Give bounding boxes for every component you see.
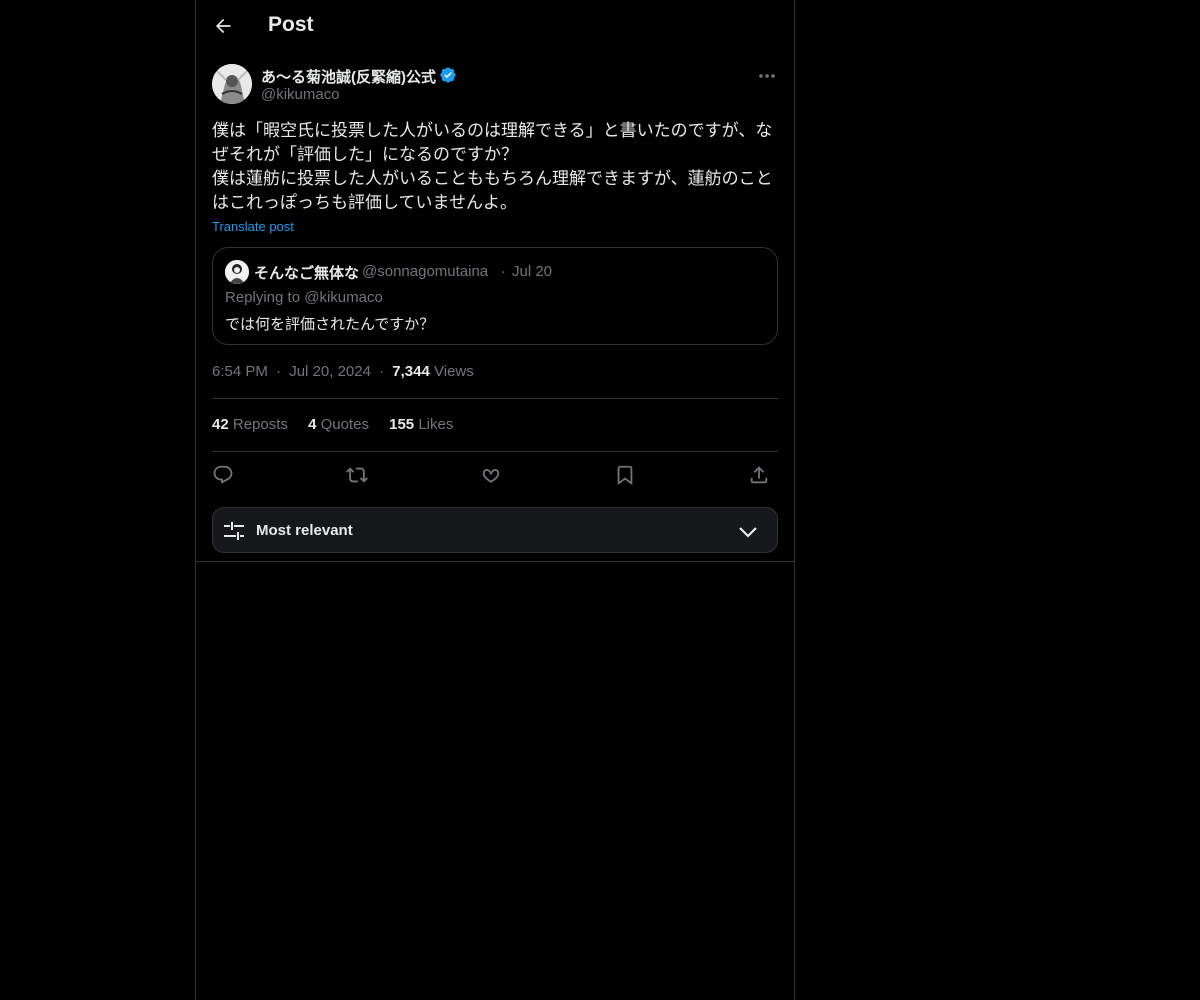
reply-sort-dropdown[interactable]: Most relevant bbox=[212, 507, 778, 553]
post-date[interactable]: Jul 20, 2024 bbox=[289, 363, 371, 380]
replying-to: Replying to @kikumaco bbox=[225, 289, 383, 306]
likes-label: Likes bbox=[418, 416, 454, 433]
quoted-text: では何を評価されたんですか？ bbox=[225, 315, 435, 333]
post-text-line: 僕は蓮舫に投票した人がいることももちろん理解できますが、蓮舫のこと bbox=[212, 169, 773, 189]
avatar[interactable] bbox=[212, 64, 252, 104]
quoted-post-card[interactable]: そんなご無体な @sonnagomutaina · Jul 20 Replyin… bbox=[212, 247, 778, 345]
author-handle[interactable]: @kikumaco bbox=[261, 86, 340, 103]
quoted-author-name: そんなご無体な bbox=[254, 264, 360, 282]
reposts-label: Reposts bbox=[232, 416, 288, 433]
post-time[interactable]: 6:54 PM bbox=[212, 363, 268, 380]
replying-to-prefix: Replying to bbox=[225, 289, 301, 306]
quotes-label: Quotes bbox=[320, 416, 369, 433]
likes-count: 155 bbox=[389, 416, 415, 433]
reply-button[interactable] bbox=[210, 462, 236, 488]
author-row: あ〜る菊池誠(反緊縮)公式 @kikumaco bbox=[212, 64, 778, 106]
quotes-stat[interactable]: 4 Quotes bbox=[308, 416, 369, 433]
bookmark-button[interactable] bbox=[612, 462, 638, 488]
divider bbox=[196, 561, 794, 562]
reposts-stat[interactable]: 42 Reposts bbox=[212, 416, 288, 433]
page-header: Post bbox=[196, 0, 794, 53]
arrow-left-icon bbox=[216, 18, 231, 34]
more-options-button[interactable] bbox=[755, 66, 779, 86]
views-count: 7,344 bbox=[392, 363, 430, 380]
separator-dot: · bbox=[379, 363, 385, 380]
page-title: Post bbox=[268, 13, 314, 36]
sort-label: Most relevant bbox=[256, 522, 353, 539]
bookmark-icon bbox=[617, 465, 633, 486]
verified-badge-icon bbox=[440, 67, 456, 83]
quoted-author-handle: @sonnagomutaina bbox=[362, 263, 489, 280]
chevron-down-icon bbox=[739, 527, 757, 538]
post-text-line: はこれっぽっちも評価していませんよ。 bbox=[212, 193, 517, 213]
quotes-count: 4 bbox=[308, 416, 317, 433]
main-column: Post あ〜る菊池誠(反緊縮)公式 @kikumaco 僕は「暇空氏に投票した… bbox=[195, 0, 795, 1000]
post-text: 僕は「暇空氏に投票した人がいるのは理解できる」と書いたのですが、な ぜそれが「評… bbox=[212, 119, 778, 215]
engagement-stats: 42 Reposts 4 Quotes 155 Likes bbox=[212, 416, 469, 433]
divider bbox=[212, 398, 778, 399]
reply-icon bbox=[213, 465, 233, 484]
author-name[interactable]: あ〜る菊池誠(反緊縮)公式 bbox=[261, 66, 436, 87]
views-label: Views bbox=[434, 363, 474, 380]
share-icon bbox=[750, 466, 768, 484]
post-text-line: 僕は「暇空氏に投票した人がいるのは理解できる」と書いたのですが、な bbox=[212, 121, 773, 141]
post-text-line: ぜそれが「評価した」になるのですか？ bbox=[212, 145, 518, 165]
share-button[interactable] bbox=[746, 462, 772, 488]
repost-icon bbox=[346, 467, 368, 483]
translate-post-link[interactable]: Translate post bbox=[212, 219, 294, 234]
post-meta: 6:54 PM · Jul 20, 2024 · 7,344 Views bbox=[212, 363, 474, 380]
repost-button[interactable] bbox=[344, 462, 370, 488]
quoted-date: Jul 20 bbox=[512, 263, 553, 280]
replying-to-mention: @kikumaco bbox=[304, 289, 383, 306]
sliders-icon bbox=[224, 522, 244, 540]
more-icon bbox=[759, 74, 775, 78]
divider bbox=[212, 451, 778, 452]
reposts-count: 42 bbox=[212, 416, 229, 433]
action-bar bbox=[212, 462, 778, 488]
like-icon bbox=[482, 469, 500, 483]
separator-dot: · bbox=[276, 363, 282, 380]
quoted-avatar bbox=[225, 260, 249, 284]
like-button[interactable] bbox=[478, 462, 504, 488]
likes-stat[interactable]: 155 Likes bbox=[389, 416, 453, 433]
separator-dot: · bbox=[501, 263, 506, 280]
back-button[interactable] bbox=[208, 11, 238, 41]
